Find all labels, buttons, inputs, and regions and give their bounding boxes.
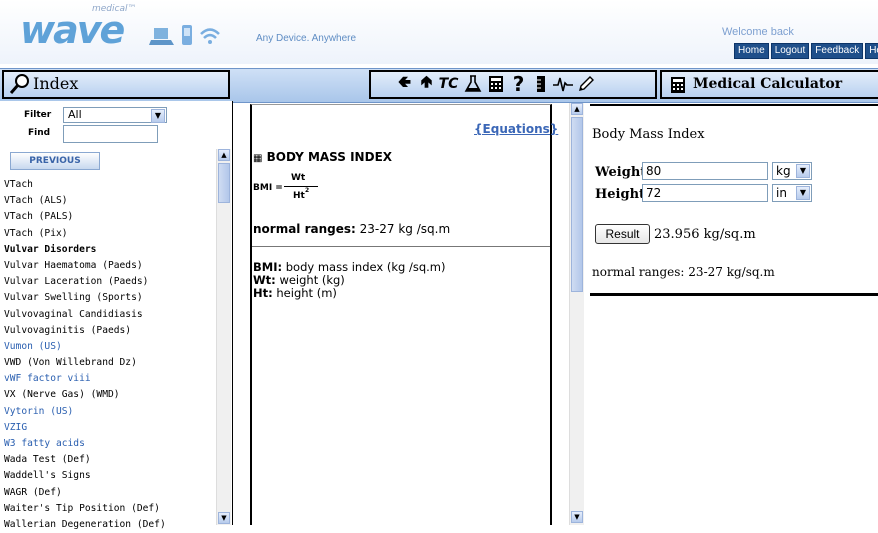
home-link[interactable]: Home: [734, 43, 769, 59]
formula-denominator: Ht: [293, 191, 305, 201]
definition-term: Wt:: [253, 273, 276, 287]
index-list-item[interactable]: Vytorin (US): [4, 404, 216, 420]
index-list-item[interactable]: Waddell's Signs: [4, 468, 216, 484]
index-list-item[interactable]: Vumon (US): [4, 339, 216, 355]
tagline: Any Device. Anywhere: [256, 33, 357, 44]
ruler-icon[interactable]: [530, 73, 551, 95]
formula-lhs: BMI =: [253, 183, 283, 193]
index-list-item[interactable]: Waiter's Tip Position (Def): [4, 501, 216, 517]
device-icons: [149, 24, 221, 46]
equations-link[interactable]: {Equations}: [474, 122, 558, 136]
index-list-item[interactable]: W3 fatty acids: [4, 436, 216, 452]
filter-label: Filter: [24, 110, 52, 120]
laptop-icon: [149, 28, 174, 45]
scroll-down-icon[interactable]: ▼: [571, 511, 583, 523]
calculator-normal-ranges: normal ranges: 23-27 kg/sq.m: [592, 265, 775, 279]
brand-logo: wave: [20, 8, 125, 52]
height-input[interactable]: 72: [642, 184, 768, 202]
height-unit-value: in: [776, 186, 787, 200]
wifi-icon: [200, 28, 220, 44]
index-title: Index: [33, 74, 79, 93]
calculator-icon: [671, 77, 685, 93]
index-list-item[interactable]: vWF factor viii: [4, 371, 216, 387]
definition-row: Ht: height (m): [253, 287, 445, 300]
heading-text: BODY MASS INDEX: [266, 150, 393, 164]
index-list-item[interactable]: Vulvar Swelling (Sports): [4, 290, 216, 306]
handheld-icon: [182, 25, 192, 45]
result-value: 23.956 kg/sq.m: [654, 227, 756, 242]
index-list-item[interactable]: Vulvovaginal Candidiasis: [4, 307, 216, 323]
definitions: BMI: body mass index (kg /sq.m) Wt: weig…: [253, 261, 445, 300]
normal-value: 23-27 kg /sq.m: [359, 222, 451, 236]
index-list-item[interactable]: Vulvar Laceration (Paeds): [4, 274, 216, 290]
search-icon: [9, 74, 29, 94]
definition-text: weight (kg): [279, 273, 345, 287]
calculator-divider: [590, 293, 878, 296]
index-list-item[interactable]: VTach: [4, 177, 216, 193]
index-list-item[interactable]: VTach (Pix): [4, 226, 216, 242]
index-list-item[interactable]: WAGR (Def): [4, 485, 216, 501]
calculator-icon[interactable]: [485, 73, 506, 95]
height-unit-select[interactable]: in ▼: [772, 184, 812, 202]
welcome-text: Welcome back: [722, 26, 794, 38]
fraction-bar: [284, 186, 318, 187]
feedback-link[interactable]: Feedback: [811, 43, 864, 59]
scroll-thumb[interactable]: [218, 163, 230, 203]
calculator-icon: ▦: [253, 153, 263, 164]
index-list-item[interactable]: VTach (ALS): [4, 193, 216, 209]
content-scrollbar[interactable]: ▲ ▼: [569, 103, 584, 525]
content-frame: [250, 104, 552, 525]
result-button[interactable]: Result: [595, 224, 650, 244]
normal-label: normal ranges:: [253, 222, 356, 236]
content-heading: ▦ BODY MASS INDEX: [253, 150, 392, 164]
brand-small-text: medical™: [92, 4, 137, 14]
chevron-down-icon[interactable]: ▼: [796, 186, 810, 200]
divider: [252, 246, 550, 247]
index-list-item[interactable]: Wada Test (Def): [4, 452, 216, 468]
up-arrow-icon[interactable]: 🢁: [416, 72, 437, 95]
weight-input[interactable]: 80: [642, 162, 768, 180]
scroll-up-icon[interactable]: ▲: [218, 149, 230, 161]
normal-ranges: normal ranges: 23-27 kg /sq.m: [253, 222, 450, 236]
definition-term: BMI:: [253, 260, 283, 274]
flask-icon[interactable]: [462, 73, 483, 95]
index-scrollbar[interactable]: ▲ ▼: [216, 149, 231, 525]
definition-text: body mass index (kg /sq.m): [285, 260, 446, 274]
top-nav: Home Logout Feedback Hel: [734, 43, 878, 59]
scroll-thumb[interactable]: [571, 117, 583, 292]
ecg-icon[interactable]: [552, 73, 573, 95]
index-list-item[interactable]: VTach (PALS): [4, 209, 216, 225]
index-list-item[interactable]: VWD (Von Willebrand Dz): [4, 355, 216, 371]
back-arrow-icon[interactable]: 🢀: [394, 72, 415, 95]
calculator-name: Body Mass Index: [592, 127, 705, 142]
index-list-item[interactable]: VX (Nerve Gas) (WMD): [4, 387, 216, 403]
index-list-item[interactable]: Vulvar Haematoma (Paeds): [4, 258, 216, 274]
find-label: Find: [28, 128, 51, 138]
index-list-item[interactable]: VZIG: [4, 420, 216, 436]
formula-exponent: 2: [305, 187, 310, 194]
formula-numerator: Wt: [291, 173, 306, 183]
pencil-icon[interactable]: [575, 73, 596, 95]
chevron-down-icon[interactable]: ▼: [151, 109, 165, 123]
tc-icon[interactable]: TC: [438, 73, 459, 95]
index-list-item[interactable]: Vulvar Disorders: [4, 242, 216, 258]
index-list-item[interactable]: Vulvovaginitis (Paeds): [4, 323, 216, 339]
scroll-down-icon[interactable]: ▼: [218, 512, 230, 524]
previous-button[interactable]: PREVIOUS: [10, 152, 100, 170]
help-icon[interactable]: ?: [508, 72, 529, 96]
find-input[interactable]: [63, 125, 158, 143]
logout-link[interactable]: Logout: [770, 43, 810, 59]
definition-term: Ht:: [253, 286, 273, 300]
index-list: VTach VTach (ALS) VTach (PALS) VTach (Pix) V…: [4, 177, 216, 533]
filter-select[interactable]: All ▼: [63, 107, 167, 123]
weight-unit-value: kg: [776, 164, 791, 178]
scroll-up-icon[interactable]: ▲: [571, 103, 583, 115]
help-link[interactable]: Hel: [865, 43, 878, 59]
calculator-title: Medical Calculator: [693, 76, 843, 92]
filter-value: All: [68, 108, 82, 121]
weight-unit-select[interactable]: kg ▼: [772, 162, 812, 180]
definition-text: height (m): [276, 286, 337, 300]
chevron-down-icon[interactable]: ▼: [796, 164, 810, 178]
